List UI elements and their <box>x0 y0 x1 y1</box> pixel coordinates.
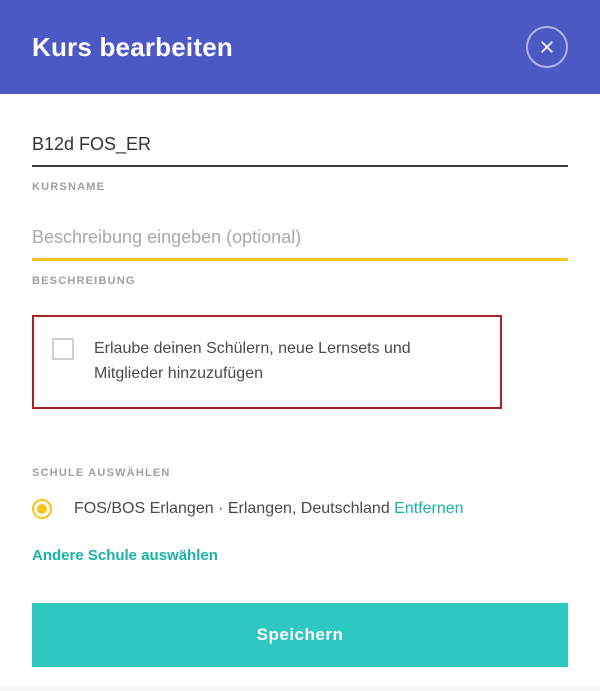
school-row: FOS/BOS Erlangen · Erlangen, Deutschland… <box>32 499 568 519</box>
description-label: BESCHREIBUNG <box>32 275 568 287</box>
other-school-link[interactable]: Andere Schule auswählen <box>32 547 218 564</box>
coursename-input[interactable] <box>32 128 568 167</box>
radio-dot-icon <box>37 504 47 514</box>
save-button[interactable]: Speichern <box>32 603 568 667</box>
school-name: FOS/BOS Erlangen · Erlangen, Deutschland <box>74 500 394 517</box>
modal-title: Kurs bearbeiten <box>32 32 233 63</box>
school-section-label: SCHULE AUSWÄHLEN <box>32 467 568 479</box>
remove-school-link[interactable]: Entfernen <box>394 500 463 517</box>
close-button[interactable] <box>526 26 568 68</box>
edit-course-modal: Kurs bearbeiten KURSNAME BESCHREIBUNG Er… <box>0 0 600 687</box>
permission-box: Erlaube deinen Schülern, neue Lernsets u… <box>32 315 502 409</box>
school-radio[interactable] <box>32 499 52 519</box>
modal-header: Kurs bearbeiten <box>0 0 600 94</box>
permission-text: Erlaube deinen Schülern, neue Lernsets u… <box>94 337 482 387</box>
close-icon <box>538 38 556 56</box>
coursename-label: KURSNAME <box>32 181 568 193</box>
modal-body: KURSNAME BESCHREIBUNG Erlaube deinen Sch… <box>0 94 600 691</box>
coursename-field: KURSNAME <box>32 128 568 193</box>
description-field: BESCHREIBUNG <box>32 221 568 287</box>
permission-checkbox[interactable] <box>52 338 74 360</box>
school-text: FOS/BOS Erlangen · Erlangen, Deutschland… <box>74 500 464 518</box>
description-input[interactable] <box>32 221 568 261</box>
